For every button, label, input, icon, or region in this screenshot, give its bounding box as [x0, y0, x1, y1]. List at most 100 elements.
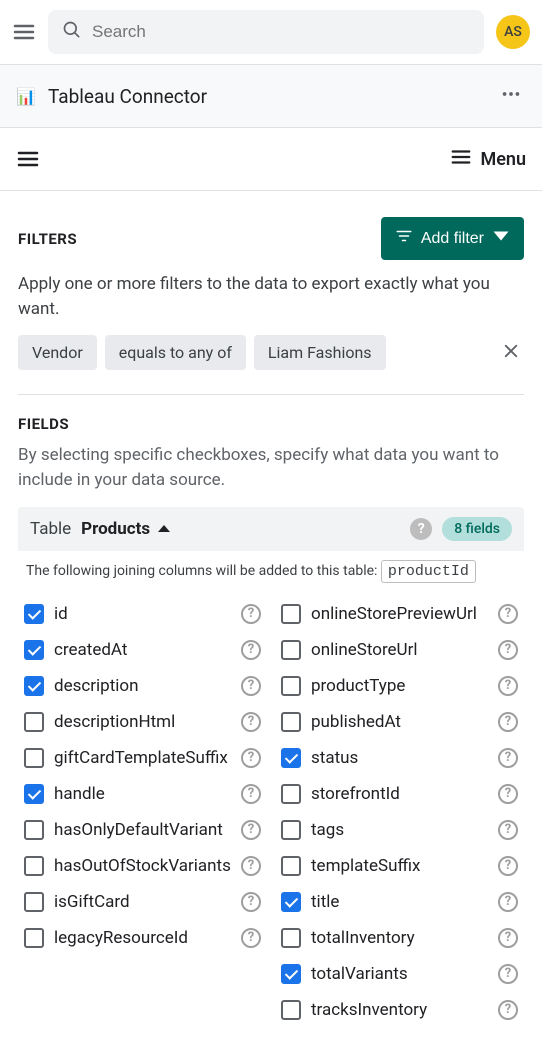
hamburger-icon[interactable] — [12, 20, 36, 44]
field-help-icon[interactable]: ? — [241, 928, 261, 948]
filter-chip-value[interactable]: Liam Fashions — [254, 335, 386, 370]
caret-up-icon — [158, 525, 170, 532]
more-horizontal-icon[interactable] — [496, 79, 526, 113]
field-help-icon[interactable]: ? — [241, 856, 261, 876]
field-columns: id?createdAt?description?descriptionHtml… — [18, 592, 524, 1032]
field-checkbox-tracksInventory[interactable] — [281, 1000, 301, 1020]
field-row-legacyResourceId: legacyResourceId? — [24, 920, 261, 956]
field-checkbox-totalVariants[interactable] — [281, 964, 301, 984]
nav-hamburger-icon[interactable] — [16, 147, 40, 171]
field-help-icon[interactable]: ? — [241, 712, 261, 732]
add-filter-label: Add filter — [421, 230, 484, 248]
table-help-icon[interactable]: ? — [410, 518, 432, 540]
field-help-icon[interactable]: ? — [241, 748, 261, 768]
field-checkbox-tags[interactable] — [281, 820, 301, 840]
field-checkbox-templateSuffix[interactable] — [281, 856, 301, 876]
filter-list-icon — [395, 227, 413, 250]
caret-down-icon — [492, 227, 510, 250]
field-help-icon[interactable]: ? — [498, 856, 518, 876]
field-label: totalVariants — [311, 964, 488, 984]
field-help-icon[interactable]: ? — [241, 604, 261, 624]
field-checkbox-productType[interactable] — [281, 676, 301, 696]
field-count-badge: 8 fields — [442, 517, 512, 541]
field-row-storefrontId: storefrontId? — [281, 776, 518, 812]
add-filter-button[interactable]: Add filter — [381, 217, 524, 260]
field-checkbox-createdAt[interactable] — [24, 640, 44, 660]
field-help-icon[interactable]: ? — [498, 604, 518, 624]
field-label: storefrontId — [311, 784, 488, 804]
field-checkbox-giftCardTemplateSuffix[interactable] — [24, 748, 44, 768]
field-checkbox-onlineStorePreviewUrl[interactable] — [281, 604, 301, 624]
field-checkbox-storefrontId[interactable] — [281, 784, 301, 804]
field-row-hasOutOfStockVariants: hasOutOfStockVariants? — [24, 848, 261, 884]
field-help-icon[interactable]: ? — [498, 676, 518, 696]
field-help-icon[interactable]: ? — [498, 964, 518, 984]
field-checkbox-legacyResourceId[interactable] — [24, 928, 44, 948]
field-help-icon[interactable]: ? — [241, 676, 261, 696]
filter-remove-icon[interactable] — [498, 338, 524, 368]
field-help-icon[interactable]: ? — [241, 640, 261, 660]
app-title: Tableau Connector — [48, 85, 484, 108]
joining-note: The following joining columns will be ad… — [18, 551, 524, 592]
field-row-status: status? — [281, 740, 518, 776]
field-help-icon[interactable]: ? — [498, 1000, 518, 1020]
field-checkbox-id[interactable] — [24, 604, 44, 624]
menu-label: Menu — [480, 149, 526, 170]
field-help-icon[interactable]: ? — [498, 748, 518, 768]
field-help-icon[interactable]: ? — [498, 892, 518, 912]
field-label: hasOutOfStockVariants — [54, 856, 231, 876]
field-row-totalInventory: totalInventory? — [281, 920, 518, 956]
field-row-onlineStorePreviewUrl: onlineStorePreviewUrl? — [281, 596, 518, 632]
menu-toggle[interactable]: Menu — [450, 146, 526, 172]
field-label: productType — [311, 676, 488, 696]
field-help-icon[interactable]: ? — [498, 928, 518, 948]
field-row-tags: tags? — [281, 812, 518, 848]
field-checkbox-descriptionHtml[interactable] — [24, 712, 44, 732]
filters-header: FILTERS Add filter — [18, 217, 524, 260]
field-checkbox-title[interactable] — [281, 892, 301, 912]
field-label: totalInventory — [311, 928, 488, 948]
field-help-icon[interactable]: ? — [498, 640, 518, 660]
field-checkbox-description[interactable] — [24, 676, 44, 696]
table-name: Products — [81, 519, 150, 539]
field-label: hasOnlyDefaultVariant — [54, 820, 231, 840]
top-header: AS — [0, 0, 542, 64]
field-row-onlineStoreUrl: onlineStoreUrl? — [281, 632, 518, 668]
app-bar: 📊 Tableau Connector — [0, 64, 542, 128]
field-label: giftCardTemplateSuffix — [54, 748, 231, 768]
field-checkbox-hasOutOfStockVariants[interactable] — [24, 856, 44, 876]
field-checkbox-publishedAt[interactable] — [281, 712, 301, 732]
field-row-templateSuffix: templateSuffix? — [281, 848, 518, 884]
field-help-icon[interactable]: ? — [241, 784, 261, 804]
field-help-icon[interactable]: ? — [498, 784, 518, 804]
field-checkbox-onlineStoreUrl[interactable] — [281, 640, 301, 660]
section-divider — [18, 394, 524, 395]
filters-description: Apply one or more filters to the data to… — [18, 272, 524, 321]
field-label: tags — [311, 820, 488, 840]
field-row-productType: productType? — [281, 668, 518, 704]
search-input[interactable] — [92, 22, 470, 42]
field-checkbox-totalInventory[interactable] — [281, 928, 301, 948]
filter-chip-operator[interactable]: equals to any of — [105, 335, 246, 370]
field-column-right: onlineStorePreviewUrl?onlineStoreUrl?pro… — [281, 596, 518, 1028]
avatar[interactable]: AS — [496, 15, 530, 49]
field-checkbox-hasOnlyDefaultVariant[interactable] — [24, 820, 44, 840]
search-box[interactable] — [48, 10, 484, 54]
field-row-handle: handle? — [24, 776, 261, 812]
field-label: handle — [54, 784, 231, 804]
field-help-icon[interactable]: ? — [498, 820, 518, 840]
field-label: createdAt — [54, 640, 231, 660]
field-checkbox-handle[interactable] — [24, 784, 44, 804]
table-label: Table — [30, 519, 71, 539]
field-help-icon[interactable]: ? — [498, 712, 518, 732]
field-checkbox-status[interactable] — [281, 748, 301, 768]
filter-chip-field[interactable]: Vendor — [18, 335, 97, 370]
app-icon: 📊 — [16, 86, 36, 106]
joining-column-code: productId — [381, 560, 476, 583]
field-label: tracksInventory — [311, 1000, 488, 1020]
field-checkbox-isGiftCard[interactable] — [24, 892, 44, 912]
field-help-icon[interactable]: ? — [241, 820, 261, 840]
field-row-hasOnlyDefaultVariant: hasOnlyDefaultVariant? — [24, 812, 261, 848]
field-help-icon[interactable]: ? — [241, 892, 261, 912]
table-header[interactable]: Table Products ? 8 fields — [18, 507, 524, 551]
